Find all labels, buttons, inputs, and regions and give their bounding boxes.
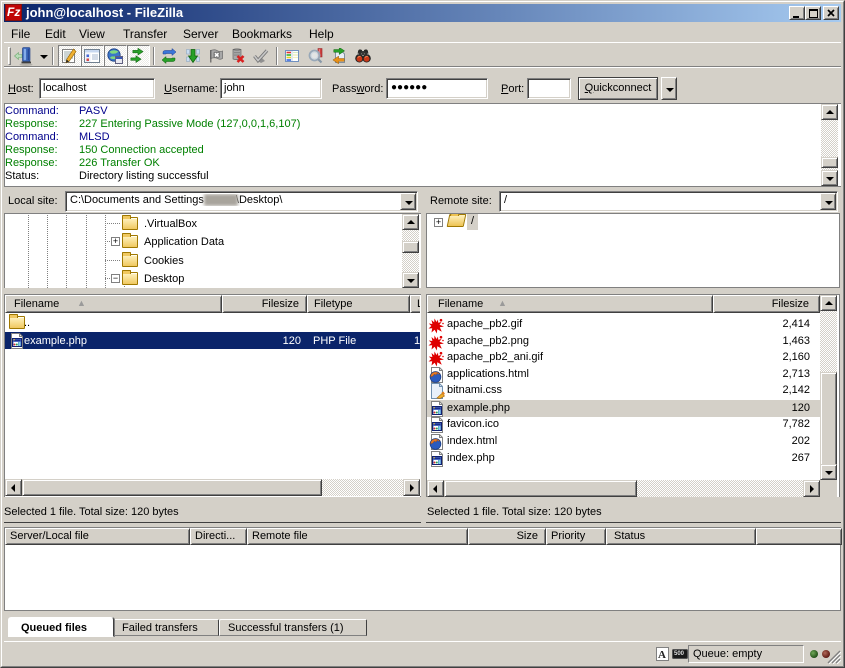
svg-text:A: A [658, 649, 666, 661]
